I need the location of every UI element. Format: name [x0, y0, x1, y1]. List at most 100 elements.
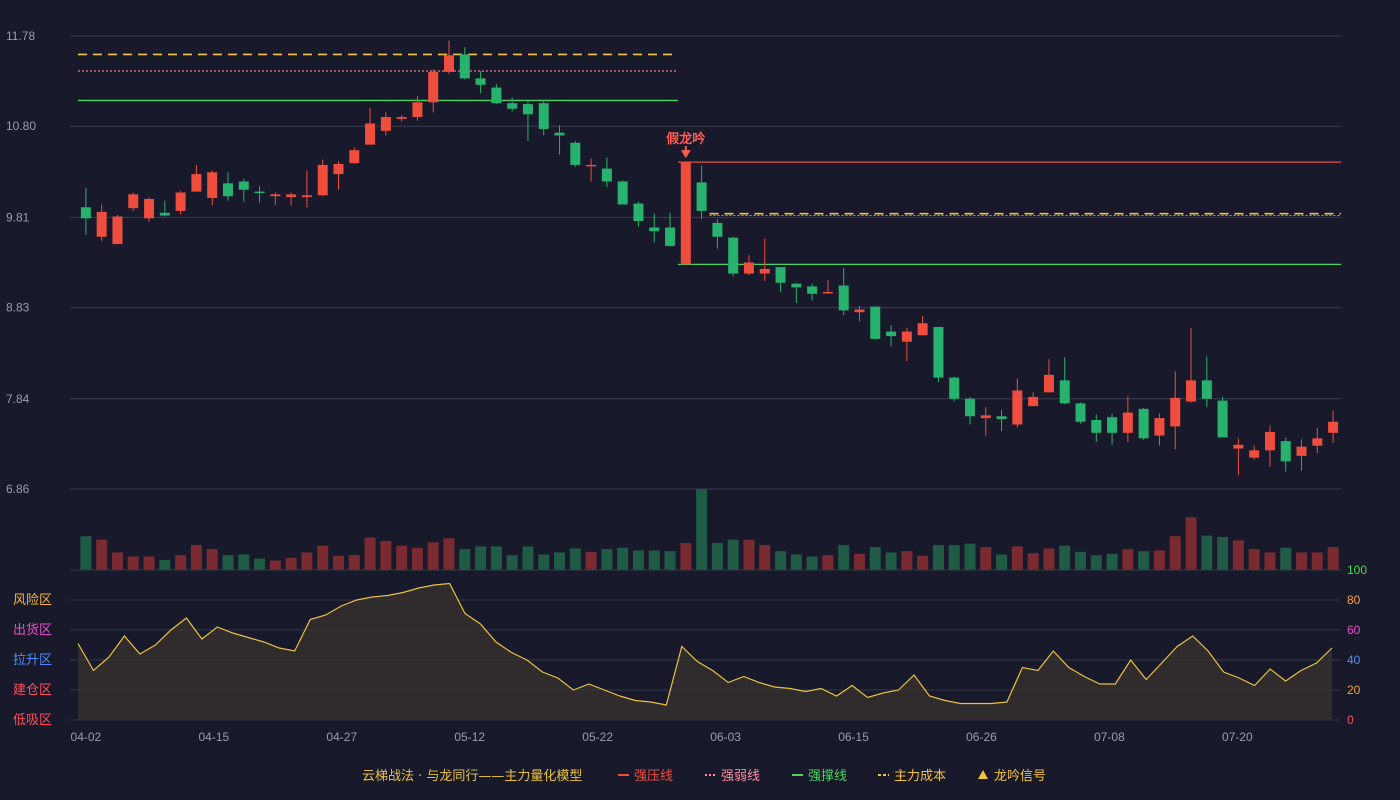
oscillator-area [78, 583, 1332, 720]
volume-bar [775, 551, 787, 570]
candle-body [996, 416, 1007, 420]
volume-bar [1185, 517, 1197, 570]
oscillator-series [77, 582, 1333, 720]
candle-body [712, 222, 723, 237]
volume-bar [459, 549, 471, 570]
legend-item-label: 强撑线 [808, 769, 847, 784]
candle-body [1075, 403, 1086, 422]
volume-bar [1217, 536, 1229, 570]
volume-bar [522, 546, 534, 570]
price-grid [70, 35, 1341, 490]
volume-bar [743, 539, 755, 570]
volume-bar [964, 543, 976, 570]
volume-bar [1201, 535, 1213, 570]
volume-bar [190, 545, 202, 570]
volume-bar [1311, 552, 1323, 570]
candle-body [191, 174, 202, 192]
candlestick-chart: 11.78 10.80 9.81 8.83 7.84 6.86 假龙吟 100 80 60 40… [6, 29, 1367, 784]
price-tick-label: 8.83 [6, 301, 30, 315]
oscillator-zone-label: 风险区 [13, 593, 52, 608]
candle-body [1122, 412, 1133, 433]
candle-body [1154, 418, 1165, 436]
volume-bar [111, 552, 123, 570]
volume-bar [790, 554, 802, 570]
candle-body [396, 117, 407, 119]
volume-bar [427, 542, 439, 570]
candle-body [507, 103, 518, 109]
volume-bar [569, 548, 581, 570]
price-tick-label: 11.78 [6, 29, 35, 43]
volume-bar [301, 552, 313, 570]
volume-bar [380, 540, 392, 570]
candle-body [144, 198, 155, 219]
oscillator-zone-label: 拉升区 [13, 653, 52, 668]
x-tick-label: 05-22 [582, 730, 613, 744]
candle-body [1296, 446, 1307, 456]
volume-bar [1059, 545, 1071, 570]
volume-bar [348, 555, 360, 570]
volume-bar [1011, 546, 1023, 570]
volume-bar [206, 549, 218, 570]
volume-bar [364, 537, 376, 570]
candles [80, 40, 1339, 476]
candle-body [665, 227, 676, 246]
candle-body [1312, 438, 1323, 446]
candle-body [1233, 444, 1244, 449]
candle-body [317, 164, 328, 196]
candle-body [1328, 421, 1339, 433]
candle-body [112, 216, 123, 245]
candle-body [1280, 441, 1291, 462]
candle-body [538, 103, 549, 129]
volume-bar [632, 550, 644, 570]
candle-body [680, 162, 691, 265]
price-lines [78, 53, 1341, 265]
volume-bar [1280, 547, 1292, 570]
oscillator-tick-label: 80 [1347, 593, 1361, 607]
volume-bar [1169, 536, 1181, 570]
price-tick-label: 7.84 [6, 392, 30, 406]
volume-bar [711, 543, 723, 570]
candle-body [554, 132, 565, 136]
candle-body [286, 194, 297, 198]
candle-body [333, 163, 344, 175]
volume-bar [1264, 552, 1276, 570]
candle-body [412, 102, 423, 118]
oscillator-zone-label: 建仓区 [13, 683, 52, 698]
x-tick-label: 04-02 [71, 730, 102, 744]
volume-bar [1248, 549, 1260, 570]
legend-item-label: 强弱线 [721, 769, 760, 784]
volume-bar [332, 555, 344, 570]
volume-bar [601, 549, 613, 570]
candle-body [128, 194, 139, 209]
price-tick-label: 9.81 [6, 210, 30, 224]
volume-bar [475, 546, 487, 570]
candle-body [1043, 374, 1054, 393]
candle-body [459, 54, 470, 79]
oscillator-tick-label: 0 [1347, 713, 1354, 727]
volume-bar [1232, 540, 1244, 570]
candle-body [696, 182, 707, 211]
candle-body [570, 142, 581, 165]
volume-bar [664, 551, 676, 570]
candle-body [175, 192, 186, 211]
oscillator-tick-label: 100 [1347, 563, 1367, 577]
candle-body [222, 183, 233, 197]
legend-title: 云梯战法 · 与龙同行——主力量化模型 [362, 769, 582, 784]
oscillator-zone-label: 低吸区 [13, 713, 52, 728]
candle-body [870, 306, 881, 339]
volume-bar [680, 543, 692, 570]
volume-bar [159, 559, 171, 570]
volume-bar [1122, 549, 1134, 570]
volume-bar [238, 554, 250, 570]
volume-bar [554, 552, 566, 570]
x-tick-label: 04-15 [198, 730, 229, 744]
candle-body [807, 286, 818, 294]
candle-body [380, 117, 391, 131]
volume-bar [885, 552, 897, 570]
candle-body [759, 268, 770, 274]
candle-body [1091, 419, 1102, 433]
candle-body [1170, 397, 1181, 427]
volume-bar [285, 557, 297, 570]
candle-body [1249, 450, 1260, 458]
volume-bar [585, 551, 597, 570]
